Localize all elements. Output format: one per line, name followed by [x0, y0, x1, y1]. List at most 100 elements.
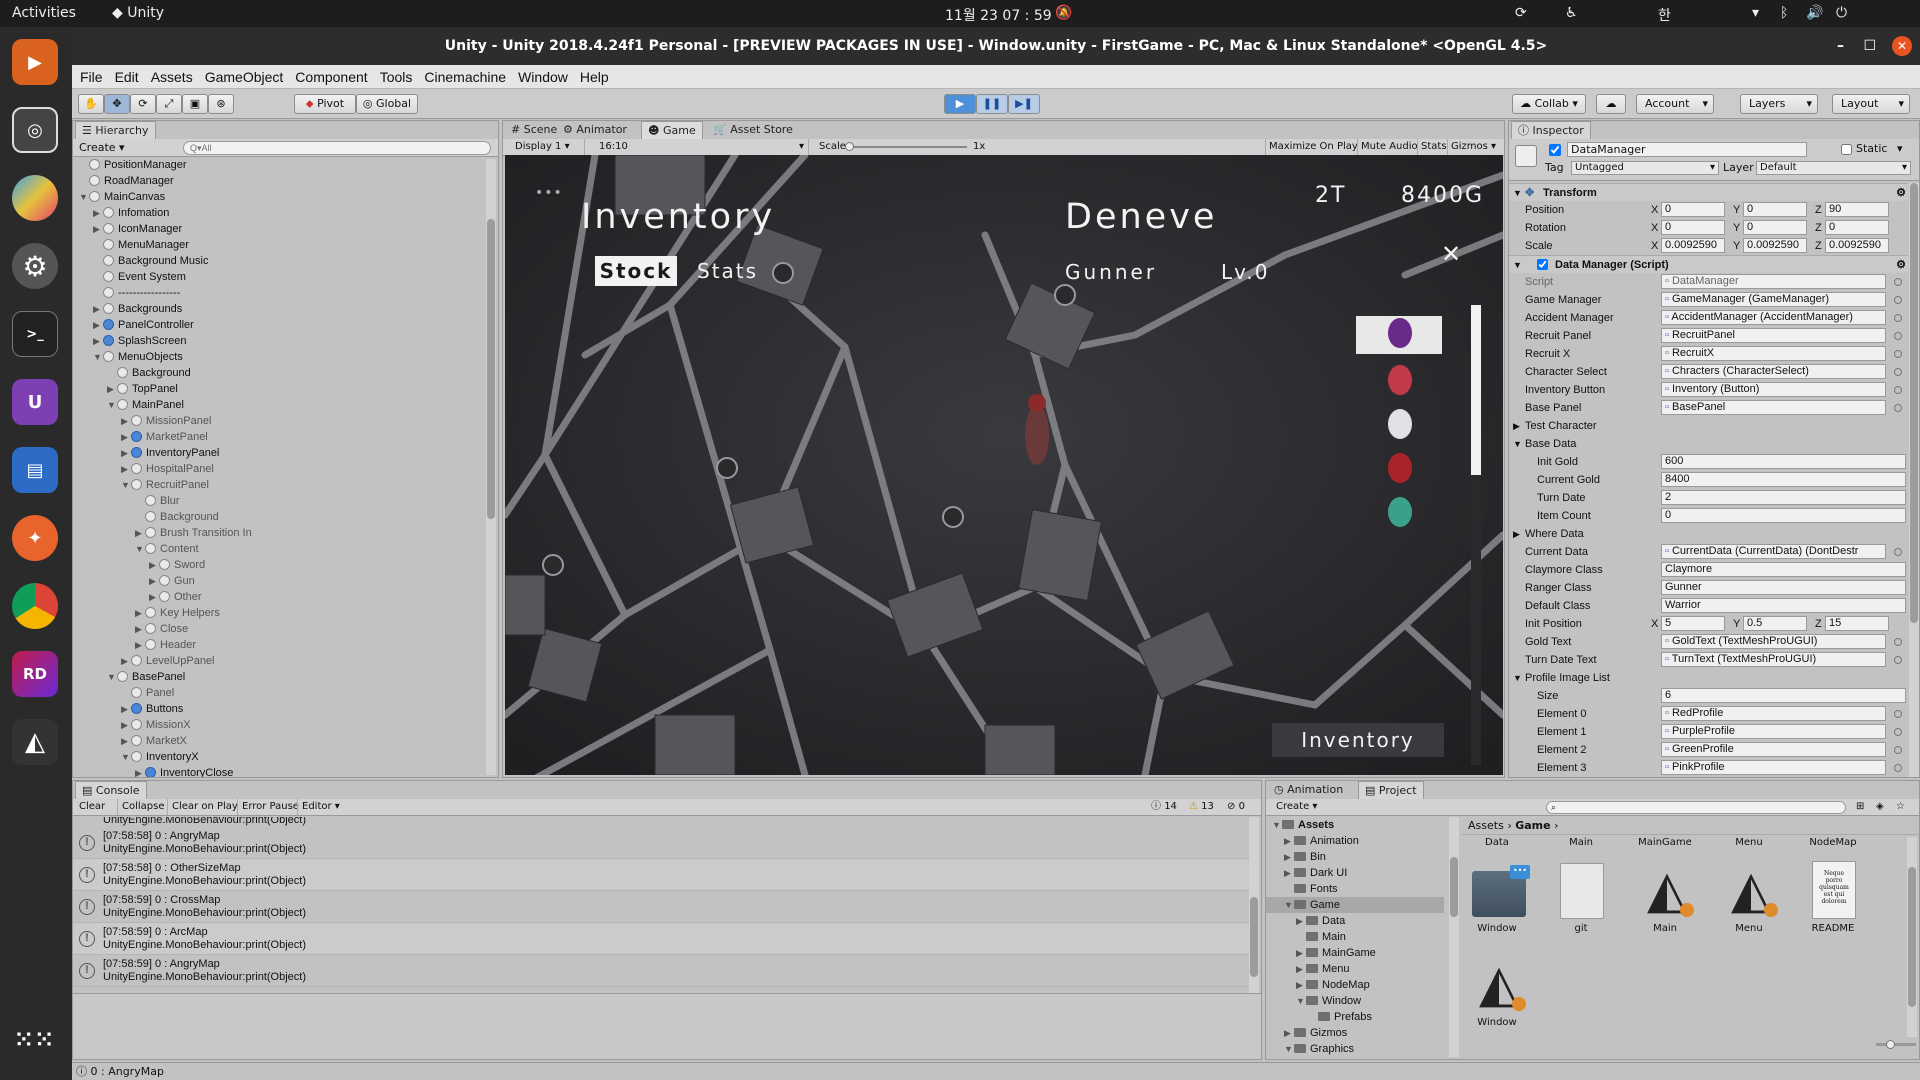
layer-dropdown[interactable]: Default ▾: [1756, 161, 1911, 175]
z-field[interactable]: 15: [1825, 616, 1889, 631]
hierarchy-item[interactable]: ▶ Backgrounds: [93, 301, 182, 317]
expand-arrow-closed-icon[interactable]: ▶: [149, 589, 159, 605]
favorite-star-icon[interactable]: ☆: [1896, 799, 1905, 815]
tab-inspector[interactable]: ⓘ Inspector: [1511, 121, 1591, 139]
pivot-toggle[interactable]: ⬥ Pivot: [294, 94, 356, 114]
hierarchy-item[interactable]: ▶ LevelUpPanel: [121, 653, 215, 669]
field-value[interactable]: ▫ PinkProfile: [1661, 760, 1886, 775]
collapse-arrow-icon[interactable]: ▼: [1513, 256, 1522, 274]
hierarchy-item[interactable]: ▶ Header: [135, 637, 196, 653]
transform-header[interactable]: ▼ ✥ Transform ⚙: [1509, 183, 1908, 201]
activities-button[interactable]: Activities: [12, 5, 76, 21]
object-picker-icon[interactable]: [1894, 332, 1902, 340]
tab-animation[interactable]: ◷ Animation: [1268, 781, 1349, 799]
expand-arrow-closed-icon[interactable]: ▶: [121, 717, 131, 733]
field-value[interactable]: ▫ PurpleProfile: [1661, 724, 1886, 739]
hierarchy-item[interactable]: ▼ BasePanel: [107, 669, 185, 685]
project-create-button[interactable]: Create ▾: [1276, 799, 1317, 815]
minimize-button[interactable]: –: [1837, 27, 1844, 65]
project-folder-item[interactable]: ▼ Graphics: [1266, 1041, 1444, 1057]
expand-arrow-open-icon[interactable]: ▼: [1284, 897, 1294, 913]
hierarchy-item[interactable]: ▶ SplashScreen: [93, 333, 187, 349]
expand-arrow-open-icon[interactable]: ▼: [121, 749, 131, 765]
hierarchy-item[interactable]: ▶ MissionX: [121, 717, 191, 733]
x-field[interactable]: 0: [1661, 220, 1725, 235]
hierarchy-item[interactable]: RoadManager: [79, 173, 174, 189]
show-apps-grid-icon[interactable]: ⁙⁙: [12, 1017, 58, 1063]
expand-arrow-closed-icon[interactable]: ▶: [93, 221, 103, 237]
expand-arrow-closed-icon[interactable]: ▶: [135, 637, 145, 653]
x-field[interactable]: 0.0092590: [1661, 238, 1725, 253]
hierarchy-item[interactable]: ▶ Sword: [149, 557, 205, 573]
expand-arrow-closed-icon[interactable]: ▶: [1284, 1025, 1294, 1041]
expand-arrow-closed-icon[interactable]: ▶: [1296, 945, 1306, 961]
stats-toggle[interactable]: Stats: [1417, 139, 1447, 155]
expand-arrow-closed-icon[interactable]: ▶: [149, 573, 159, 589]
tab-scene[interactable]: # Scene: [505, 121, 563, 139]
terminal-icon[interactable]: >_: [12, 311, 58, 357]
hierarchy-item[interactable]: ▼ MenuObjects: [93, 349, 183, 365]
inspector-scrollbar[interactable]: [1909, 183, 1919, 777]
field-value[interactable]: ▫ BasePanel: [1661, 400, 1886, 415]
icon-size-slider-thumb[interactable]: [1886, 1040, 1895, 1049]
expand-arrow-open-icon[interactable]: ▼: [107, 397, 117, 413]
maximize-on-play-toggle[interactable]: Maximize On Play: [1265, 139, 1358, 155]
screenshot-app-icon[interactable]: ◎: [12, 107, 58, 153]
unity-app-menu[interactable]: ◆ Unity: [112, 5, 164, 21]
power-icon[interactable]: ⏻: [1836, 5, 1847, 21]
project-folder-item[interactable]: ▶ Gizmos: [1266, 1025, 1444, 1041]
layout-dropdown[interactable]: Layout ▾: [1832, 94, 1910, 114]
log-entry[interactable]: ! [07:58:59] 0 : ArcMap UnityEngine.MonoBe…: [73, 923, 1253, 955]
editor-dropdown[interactable]: Editor ▾: [297, 799, 340, 815]
play-button[interactable]: ▶: [944, 94, 976, 114]
warning-count-toggle[interactable]: ⚠ 13: [1189, 799, 1214, 815]
hierarchy-item[interactable]: ▶ PanelController: [93, 317, 194, 333]
portrait-scrollbar-thumb[interactable]: [1471, 305, 1481, 475]
z-field[interactable]: 0.0092590: [1825, 238, 1889, 253]
menu-edit[interactable]: Edit: [109, 65, 145, 89]
hierarchy-item[interactable]: ▶ HospitalPanel: [121, 461, 214, 477]
mute-audio-toggle[interactable]: Mute Audio: [1357, 139, 1418, 155]
project-folder-item[interactable]: Prefabs: [1266, 1009, 1444, 1025]
object-picker-icon[interactable]: [1894, 710, 1902, 718]
info-count-toggle[interactable]: ⓘ 14: [1151, 799, 1177, 815]
expand-arrow-closed-icon[interactable]: ▶: [149, 557, 159, 573]
hierarchy-item[interactable]: Background Music: [93, 253, 209, 269]
maximize-button[interactable]: ☐: [1863, 27, 1876, 65]
tab-asset-store[interactable]: 🛒 Asset Store: [707, 121, 799, 139]
hierarchy-item[interactable]: Panel: [121, 685, 174, 701]
expand-arrow-closed-icon[interactable]: ▶: [121, 445, 131, 461]
project-folder-item[interactable]: ▶ Data: [1266, 913, 1444, 929]
object-name-field[interactable]: DataManager: [1567, 142, 1807, 157]
menu-dots-button[interactable]: •••: [535, 185, 563, 205]
object-picker-icon[interactable]: [1894, 638, 1902, 646]
project-search-input[interactable]: ⌕: [1546, 801, 1846, 814]
object-picker-icon[interactable]: [1894, 404, 1902, 412]
project-folder-item[interactable]: ▶ MainGame: [1266, 945, 1444, 961]
layers-dropdown[interactable]: Layers ▾: [1740, 94, 1818, 114]
menu-file[interactable]: File: [74, 65, 109, 89]
expand-arrow-closed-icon[interactable]: ▶: [1284, 833, 1294, 849]
foldout-open-icon[interactable]: ▼: [1513, 435, 1522, 453]
filter-type-icon[interactable]: ⊞: [1856, 799, 1864, 815]
bluetooth-icon[interactable]: ᛒ: [1780, 5, 1788, 21]
menu-gameobject[interactable]: GameObject: [199, 65, 290, 89]
field-value[interactable]: ▫ RedProfile: [1661, 706, 1886, 721]
gameobject-icon[interactable]: [1515, 145, 1537, 167]
asset-item[interactable]: ◭ Main: [1630, 853, 1700, 943]
scrollbar-thumb[interactable]: [1908, 867, 1916, 1007]
expand-arrow-closed-icon[interactable]: ▶: [135, 621, 145, 637]
character-portrait-selected[interactable]: [1356, 316, 1442, 354]
object-picker-icon[interactable]: [1894, 386, 1902, 394]
field-value[interactable]: 6: [1661, 688, 1906, 703]
wifi-icon[interactable]: ▾: [1752, 5, 1759, 21]
expand-arrow-closed-icon[interactable]: ▶: [135, 765, 145, 777]
object-picker-icon[interactable]: [1894, 746, 1902, 754]
hierarchy-item[interactable]: Background: [107, 365, 191, 381]
step-button[interactable]: ▶❚: [1008, 94, 1040, 114]
profile-image-list-foldout[interactable]: ▼ Profile Image List: [1509, 669, 1908, 687]
where-data-foldout[interactable]: ▶ Where Data: [1509, 525, 1908, 543]
expand-arrow-closed-icon[interactable]: ▶: [107, 381, 117, 397]
project-folder-item[interactable]: ▶ Dark UI: [1266, 865, 1444, 881]
expand-arrow-closed-icon[interactable]: ▶: [93, 301, 103, 317]
